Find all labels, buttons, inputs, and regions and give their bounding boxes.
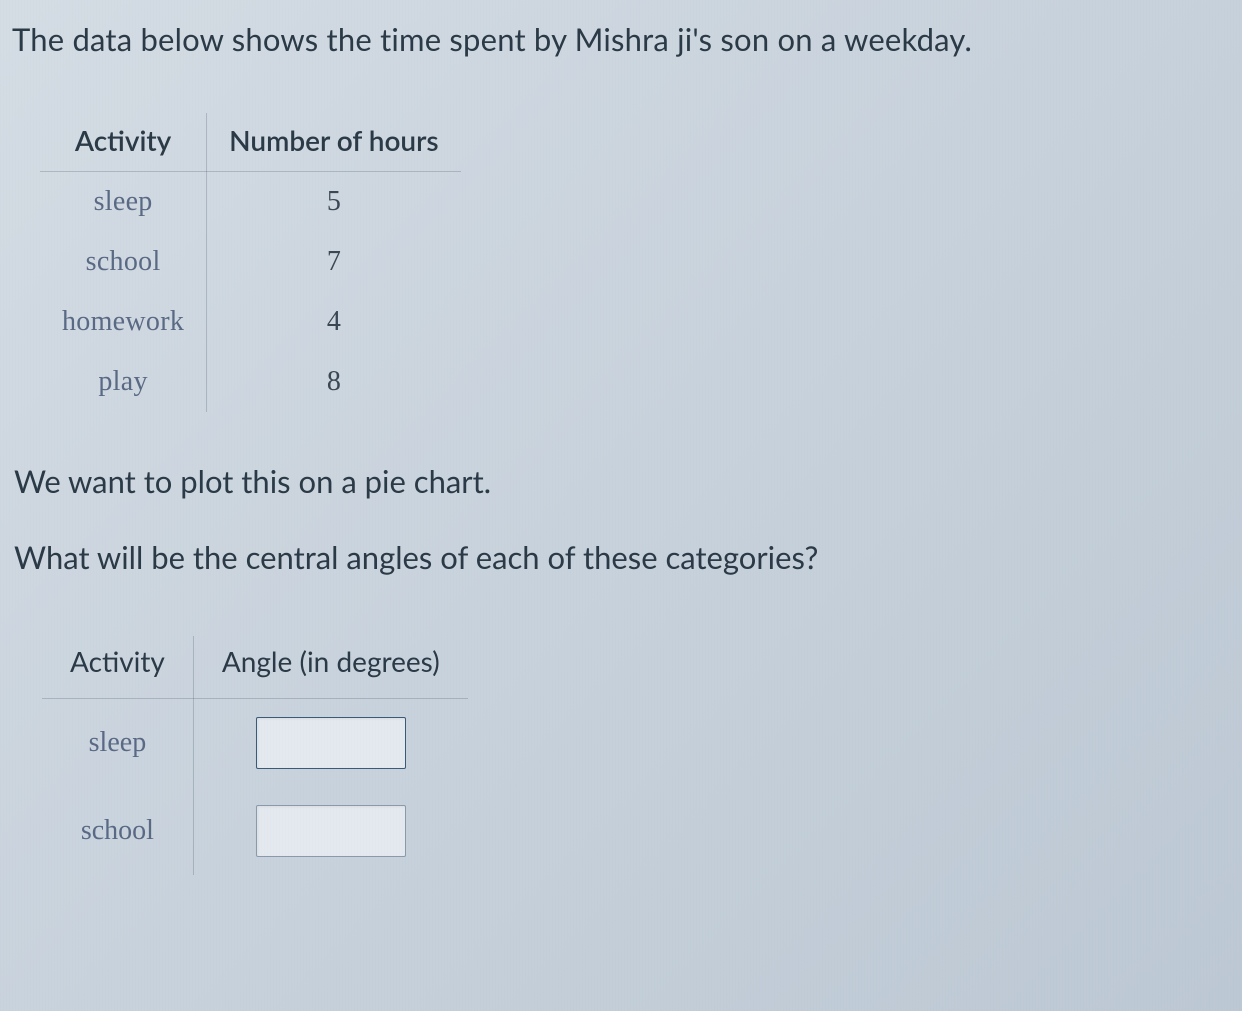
central-angle-question: What will be the central angles of each … <box>12 538 1232 576</box>
table-row: sleep 5 <box>40 172 461 233</box>
table-row: school <box>42 787 468 875</box>
col-header-hours: Number of hours <box>207 113 461 172</box>
data-table-section: Activity Number of hours sleep 5 school … <box>12 113 1232 412</box>
question-intro: The data below shows the time spent by M… <box>12 20 1232 58</box>
col-header-angle: Angle (in degrees) <box>193 636 467 699</box>
pie-chart-statement: We want to plot this on a pie chart. <box>12 462 1232 500</box>
hours-cell: 4 <box>207 292 461 352</box>
col-header-activity: Activity <box>40 113 207 172</box>
activity-cell: school <box>42 787 193 875</box>
hours-cell: 8 <box>207 352 461 412</box>
table-row: homework 4 <box>40 292 461 352</box>
answer-table-section: Activity Angle (in degrees) sleep school <box>12 636 1232 875</box>
activity-cell: play <box>40 352 207 412</box>
col-header-activity: Activity <box>42 636 193 699</box>
angle-input-school[interactable] <box>256 805 406 857</box>
activity-angle-table: Activity Angle (in degrees) sleep school <box>42 636 468 875</box>
activity-hours-table: Activity Number of hours sleep 5 school … <box>40 113 461 412</box>
angle-input-cell <box>193 699 467 788</box>
table-row: play 8 <box>40 352 461 412</box>
hours-cell: 7 <box>207 232 461 292</box>
table-row: sleep <box>42 699 468 788</box>
activity-cell: homework <box>40 292 207 352</box>
activity-cell: sleep <box>42 699 193 788</box>
activity-cell: sleep <box>40 172 207 233</box>
angle-input-sleep[interactable] <box>256 717 406 769</box>
activity-cell: school <box>40 232 207 292</box>
table-row: school 7 <box>40 232 461 292</box>
angle-input-cell <box>193 787 467 875</box>
hours-cell: 5 <box>207 172 461 233</box>
